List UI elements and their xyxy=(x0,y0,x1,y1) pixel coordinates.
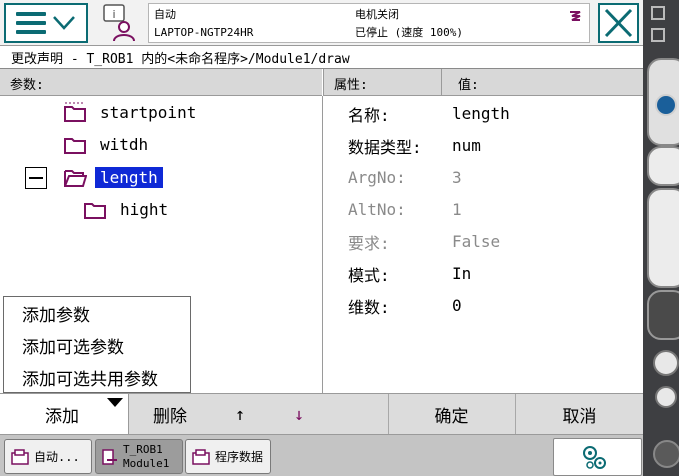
attr-header: 属性: xyxy=(323,69,441,96)
ok-button-label: 确定 xyxy=(434,407,469,427)
menu-item-add-optional-param[interactable]: 添加可选参数 xyxy=(22,333,124,358)
tree-item-witdh[interactable]: witdh xyxy=(63,130,153,158)
cancel-button[interactable]: 取消 xyxy=(516,394,643,435)
minus-knob-icon xyxy=(655,94,677,116)
operating-mode: 自动 xyxy=(154,8,176,21)
hardware-button-2[interactable] xyxy=(647,146,679,186)
hardware-button-3[interactable] xyxy=(647,188,679,288)
top-bar: i 自动 LAPTOP-NGTP24HR 电机关闭 已停止 (速度 100%) xyxy=(0,0,643,46)
prop-required-value: False xyxy=(452,232,501,251)
delete-button-label: 删除 xyxy=(153,407,187,427)
operator-status-icon[interactable]: i xyxy=(96,3,142,43)
tree-item-label: length xyxy=(95,166,163,188)
tree-item-length[interactable]: length xyxy=(63,163,163,191)
folder-icon xyxy=(64,138,86,154)
program-editor-icon xyxy=(102,448,117,465)
hardware-button-4[interactable] xyxy=(647,290,679,340)
ok-button[interactable]: 确定 xyxy=(389,394,514,435)
command-bar: 添加 删除 ↑ ↓ 确定 取消 xyxy=(0,393,643,435)
folder-icon xyxy=(84,203,106,219)
prop-argno-value: 3 xyxy=(452,168,462,187)
prop-altno-label: AltNo: xyxy=(348,200,406,219)
cancel-button-label: 取消 xyxy=(562,407,597,427)
add-popup-menu: 添加参数 添加可选参数 添加可选共用参数 xyxy=(3,296,191,393)
prop-dim-label: 维数: xyxy=(348,298,390,317)
run-status: 已停止 (速度 100%) xyxy=(355,26,463,39)
task-label-line2: Module1 xyxy=(123,456,170,470)
task-auto[interactable]: 自动... xyxy=(4,439,92,474)
prop-type-label: 数据类型: xyxy=(348,138,422,157)
task-label: 自动... xyxy=(34,450,80,464)
quickset-button[interactable] xyxy=(553,438,642,476)
page-title: 更改声明 - T_ROB1 内的<未命名程序>/Module1/draw xyxy=(0,46,643,68)
tree-item-label: witdh xyxy=(100,134,149,154)
menu-item-add-param[interactable]: 添加参数 xyxy=(22,301,90,326)
knob-icon[interactable] xyxy=(653,440,679,468)
arrow-up-icon: ↑ xyxy=(234,404,246,425)
close-icon xyxy=(604,8,633,38)
window-icon xyxy=(651,28,665,42)
main-menu-button[interactable] xyxy=(4,3,88,43)
menu-item-add-optional-shared-param[interactable]: 添加可选共用参数 xyxy=(22,365,158,390)
move-down-button[interactable]: ↓ xyxy=(270,394,328,435)
play-knob-icon[interactable] xyxy=(653,350,679,376)
program-data-icon xyxy=(192,448,210,465)
prop-dim-value[interactable]: 0 xyxy=(452,296,462,315)
status-panel[interactable]: 自动 LAPTOP-NGTP24HR 电机关闭 已停止 (速度 100%) xyxy=(148,3,590,43)
task-label-line1: T_ROB1 xyxy=(123,442,163,456)
motor-status: 电机关闭 xyxy=(355,8,399,21)
prop-required-label: 要求: xyxy=(348,234,390,253)
params-header: 参数: xyxy=(0,69,322,96)
prop-mode-value[interactable]: In xyxy=(452,264,471,283)
value-header: 值: xyxy=(441,69,643,96)
move-up-button[interactable]: ↑ xyxy=(212,394,268,435)
prop-altno-value: 1 xyxy=(452,200,462,219)
window-icon xyxy=(651,6,665,20)
task-label: 程序数据 xyxy=(215,450,264,464)
pendant-frame xyxy=(643,0,679,476)
tree-item-hight[interactable]: hight xyxy=(83,195,173,223)
knob-icon[interactable] xyxy=(655,386,677,408)
tree-item-label: hight xyxy=(120,199,169,219)
tree-item-label: startpoint xyxy=(100,102,197,122)
task-program-editor[interactable]: T_ROB1 Module1 xyxy=(95,439,183,474)
folder-icon xyxy=(64,102,86,122)
collapse-toggle[interactable] xyxy=(25,167,47,189)
svg-text:i: i xyxy=(112,8,115,21)
close-button[interactable] xyxy=(598,3,639,43)
task-program-data[interactable]: 程序数据 xyxy=(185,439,271,474)
task-label: T_ROB1 Module1 xyxy=(123,443,169,471)
gears-icon xyxy=(583,446,606,469)
menu-open-triangle-icon xyxy=(107,398,123,407)
delete-button[interactable]: 删除 xyxy=(130,394,210,435)
minus-icon xyxy=(29,177,43,179)
prop-mode-label: 模式: xyxy=(348,266,390,285)
hamburger-icon xyxy=(16,12,46,34)
open-folder-icon xyxy=(64,170,87,187)
prop-type-value[interactable]: num xyxy=(452,136,481,155)
arrow-down-icon: ↓ xyxy=(293,404,305,425)
taskbar: 自动... T_ROB1 Module1 程序数据 xyxy=(0,434,643,476)
network-icon xyxy=(570,11,581,21)
add-button-label: 添加 xyxy=(45,407,79,427)
panel-divider xyxy=(322,96,323,394)
prop-argno-label: ArgNo: xyxy=(348,168,406,187)
production-window-icon xyxy=(11,448,29,465)
prop-name-label: 名称: xyxy=(348,106,390,125)
chevron-down-icon xyxy=(53,16,75,30)
prop-name-value[interactable]: length xyxy=(452,104,510,123)
controller-name: LAPTOP-NGTP24HR xyxy=(154,26,254,39)
tree-item-startpoint[interactable]: startpoint xyxy=(63,98,201,126)
